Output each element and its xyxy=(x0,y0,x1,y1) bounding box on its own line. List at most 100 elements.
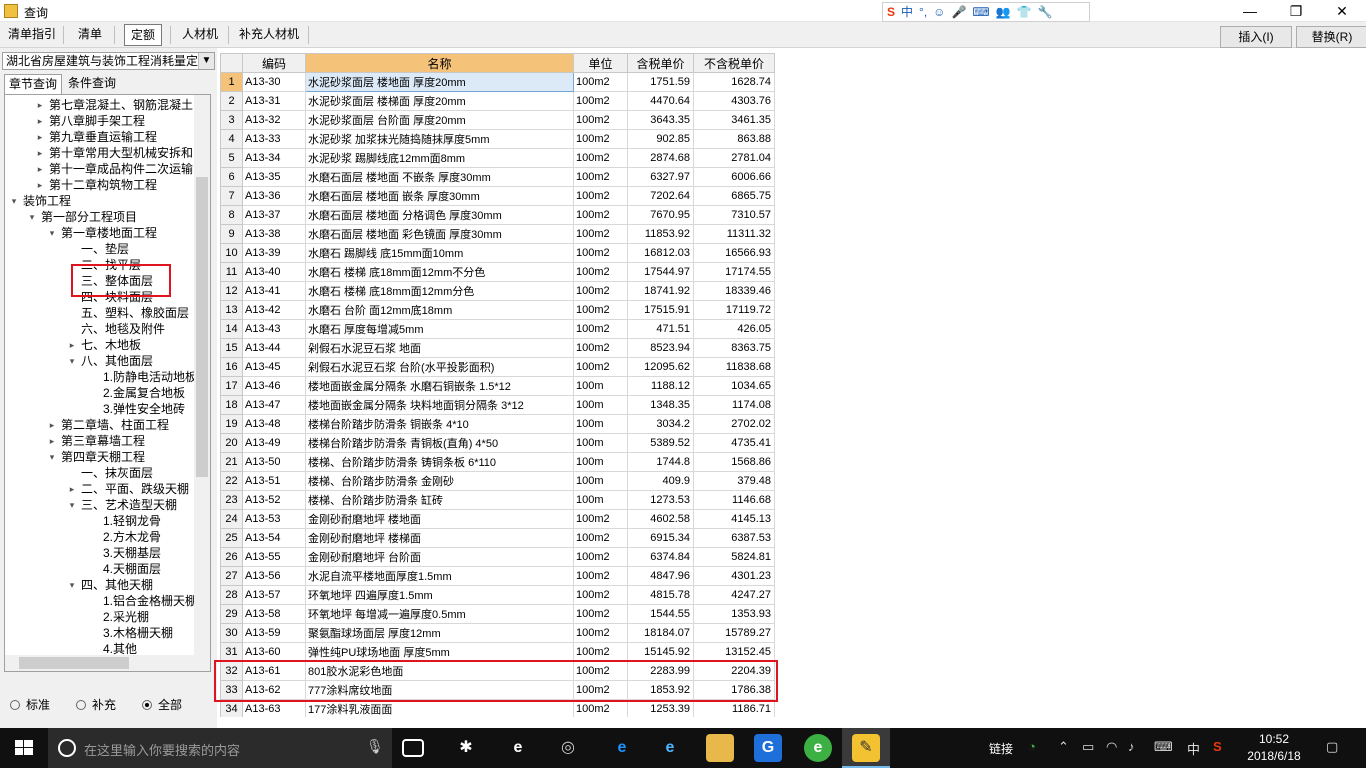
tree-node[interactable]: 4.天棚面层 xyxy=(89,561,161,577)
row-number[interactable]: 22 xyxy=(220,471,243,491)
system-clock[interactable]: 10:52 2018/6/18 xyxy=(1244,731,1304,765)
row-number[interactable]: 8 xyxy=(220,205,243,225)
tab-bill-guide[interactable]: 清单指引 xyxy=(2,24,62,46)
cell-price-with-tax[interactable]: 12095.62 xyxy=(627,357,694,377)
cell-price-without-tax[interactable]: 426.05 xyxy=(693,319,775,339)
cell-code[interactable]: A13-39 xyxy=(242,243,306,263)
cell-price-without-tax[interactable]: 379.48 xyxy=(693,471,775,491)
cell-code[interactable]: A13-47 xyxy=(242,395,306,415)
table-row[interactable]: 8 A13-37 水磨石面层 楼地面 分格调色 厚度30mm 100m2 7670.95… xyxy=(220,205,775,225)
tree-node[interactable]: 1.铝合金格栅天棚 xyxy=(89,593,197,609)
cell-price-with-tax[interactable]: 15145.92 xyxy=(627,642,694,662)
table-row[interactable]: 9 A13-38 水磨石面层 楼地面 彩色镜面 厚度30mm 100m2 11853.9… xyxy=(220,224,775,244)
cell-name[interactable]: 楼梯、台阶踏步防滑条 铸铜条板 6*110 xyxy=(305,452,574,472)
table-row[interactable]: 20 A13-49 楼梯台阶踏步防滑条 青铜板(直角) 4*50 100m 5389.5… xyxy=(220,433,775,453)
column-header-code[interactable]: 编码 xyxy=(242,53,306,73)
tree-vertical-scrollbar[interactable] xyxy=(194,95,210,671)
cell-price-with-tax[interactable]: 11853.92 xyxy=(627,224,694,244)
notification-center-icon[interactable]: ▢ xyxy=(1326,739,1338,755)
table-row[interactable]: 19 A13-48 楼梯台阶踏步防滑条 铜嵌条 4*10 100m 3034.2 2702… xyxy=(220,414,775,434)
cell-unit[interactable]: 100m2 xyxy=(573,585,628,605)
cell-price-with-tax[interactable]: 7202.64 xyxy=(627,186,694,206)
cell-price-without-tax[interactable]: 2781.04 xyxy=(693,148,775,168)
row-number[interactable]: 7 xyxy=(220,186,243,206)
cell-name[interactable]: 剁假石水泥豆石浆 地面 xyxy=(305,338,574,358)
radio-all[interactable]: 全部 xyxy=(142,696,182,714)
ie-e-icon[interactable]: e xyxy=(504,734,532,762)
cell-price-without-tax[interactable]: 16566.93 xyxy=(693,243,775,263)
cell-unit[interactable]: 100m2 xyxy=(573,243,628,263)
cell-name[interactable]: 楼地面嵌金属分隔条 块料地面铜分隔条 3*12 xyxy=(305,395,574,415)
volume-icon[interactable]: ♪ xyxy=(1128,739,1135,754)
row-number[interactable]: 30 xyxy=(220,623,243,643)
cell-name[interactable]: 水磨石 楼梯 底18mm面12mm不分色 xyxy=(305,262,574,282)
cell-unit[interactable]: 100m2 xyxy=(573,642,628,662)
cell-code[interactable]: A13-50 xyxy=(242,452,306,472)
tree-node[interactable]: ▾ 八、其他面层 xyxy=(67,353,153,369)
ime-toolbar[interactable]: S 中 °, ☺ 🎤 ⌨ 👥 👕 🔧 xyxy=(882,2,1090,22)
cell-name[interactable]: 剁假石水泥豆石浆 台阶(水平投影面积) xyxy=(305,357,574,377)
row-number[interactable]: 23 xyxy=(220,490,243,510)
table-row[interactable]: 26 A13-55 金刚砂耐磨地坪 台阶面 100m2 6374.84 5824.81 xyxy=(220,547,775,567)
show-hidden-icons-icon[interactable]: ⌃ xyxy=(1058,739,1069,755)
cell-unit[interactable]: 100m2 xyxy=(573,148,628,168)
cell-price-with-tax[interactable]: 17544.97 xyxy=(627,262,694,282)
tree-node[interactable]: ▸ 第九章垂直运输工程 xyxy=(35,129,157,145)
tree-node[interactable]: ▾ 四、其他天棚 xyxy=(67,577,153,593)
cell-price-with-tax[interactable]: 4815.78 xyxy=(627,585,694,605)
cell-price-with-tax[interactable]: 1273.53 xyxy=(627,490,694,510)
cell-unit[interactable]: 100m2 xyxy=(573,319,628,339)
row-number[interactable]: 20 xyxy=(220,433,243,453)
cell-code[interactable]: A13-32 xyxy=(242,110,306,130)
row-number[interactable]: 2 xyxy=(220,91,243,111)
cell-price-without-tax[interactable]: 17119.72 xyxy=(693,300,775,320)
cell-code[interactable]: A13-60 xyxy=(242,642,306,662)
cell-price-with-tax[interactable]: 6374.84 xyxy=(627,547,694,567)
quota-set-select[interactable]: 湖北省房屋建筑与装饰工程消耗量定 ▼ xyxy=(2,52,215,70)
cell-code[interactable]: A13-44 xyxy=(242,338,306,358)
cell-code[interactable]: A13-54 xyxy=(242,528,306,548)
table-row[interactable]: 23 A13-52 楼梯、台阶踏步防滑条 缸砖 100m 1273.53 1146.68 xyxy=(220,490,775,510)
cell-unit[interactable]: 100m2 xyxy=(573,129,628,149)
scroll-thumb[interactable] xyxy=(19,657,129,669)
cell-name[interactable]: 水泥砂浆面层 楼地面 厚度20mm xyxy=(305,72,574,92)
table-row[interactable]: 7 A13-36 水磨石面层 楼地面 嵌条 厚度30mm 100m2 7202.64 68… xyxy=(220,186,775,206)
cell-price-with-tax[interactable]: 4602.58 xyxy=(627,509,694,529)
table-row[interactable]: 13 A13-42 水磨石 台阶 面12mm底18mm 100m2 17515.91 17… xyxy=(220,300,775,320)
row-number[interactable]: 3 xyxy=(220,110,243,130)
cell-price-with-tax[interactable]: 4847.96 xyxy=(627,566,694,586)
cell-unit[interactable]: 100m xyxy=(573,376,628,396)
cell-code[interactable]: A13-53 xyxy=(242,509,306,529)
row-number[interactable]: 24 xyxy=(220,509,243,529)
table-row[interactable]: 16 A13-45 剁假石水泥豆石浆 台阶(水平投影面积) 100m2 12095.62… xyxy=(220,357,775,377)
tree-node[interactable]: ▾ 第一章楼地面工程 xyxy=(47,225,157,241)
cell-price-without-tax[interactable]: 4145.13 xyxy=(693,509,775,529)
cell-code[interactable]: A13-58 xyxy=(242,604,306,624)
tree-horizontal-scrollbar[interactable] xyxy=(5,655,195,671)
cell-price-without-tax[interactable]: 4735.41 xyxy=(693,433,775,453)
cell-code[interactable]: A13-30 xyxy=(242,72,306,92)
cell-price-with-tax[interactable]: 17515.91 xyxy=(627,300,694,320)
cell-code[interactable]: A13-37 xyxy=(242,205,306,225)
restore-button[interactable]: ❐ xyxy=(1273,0,1319,22)
cell-price-without-tax[interactable]: 1034.65 xyxy=(693,376,775,396)
green-app-icon[interactable]: e xyxy=(804,734,832,762)
cell-unit[interactable]: 100m2 xyxy=(573,262,628,282)
cell-code[interactable]: A13-46 xyxy=(242,376,306,396)
keyboard-icon[interactable]: ⌨ xyxy=(1154,739,1173,755)
replace-button[interactable]: 替换(R) xyxy=(1296,26,1366,48)
tab-chapter-search[interactable]: 章节查询 xyxy=(4,74,63,94)
cell-unit[interactable]: 100m2 xyxy=(573,205,628,225)
cell-unit[interactable]: 100m2 xyxy=(573,604,628,624)
row-number[interactable]: 12 xyxy=(220,281,243,301)
cell-price-with-tax[interactable]: 5389.52 xyxy=(627,433,694,453)
cell-price-without-tax[interactable]: 6865.75 xyxy=(693,186,775,206)
cell-code[interactable]: A13-63 xyxy=(242,699,306,717)
cell-code[interactable]: A13-55 xyxy=(242,547,306,567)
tree-node[interactable]: ▸ 第十章常用大型机械安拆和 xyxy=(35,145,193,161)
cell-price-without-tax[interactable]: 11311.32 xyxy=(693,224,775,244)
ime-voice-icon[interactable]: 🎤 xyxy=(951,3,966,21)
tab-condition-search[interactable]: 条件查询 xyxy=(64,74,120,94)
cell-unit[interactable]: 100m2 xyxy=(573,528,628,548)
row-number[interactable]: 16 xyxy=(220,357,243,377)
